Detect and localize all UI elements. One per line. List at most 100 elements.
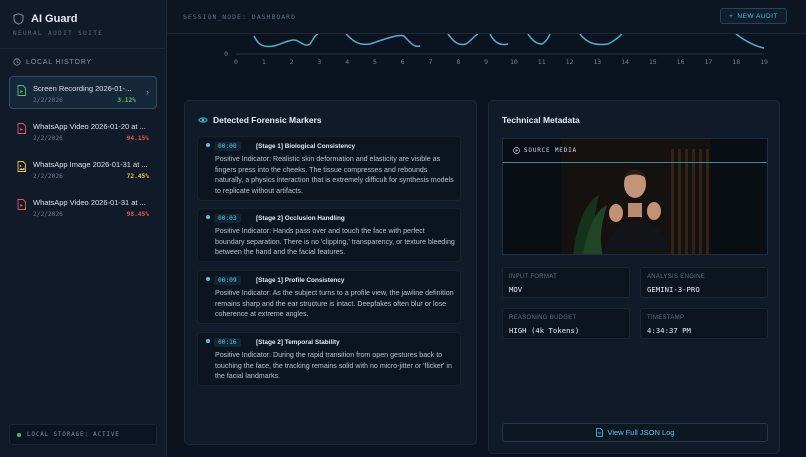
- marker-card[interactable]: 00:03 [Stage 2] Occlusion Handling Posit…: [197, 208, 461, 262]
- view-json-log-button[interactable]: View Full JSON Log: [502, 423, 768, 442]
- forensic-markers-panel: Detected Forensic Markers 00:00 [Stage 1…: [184, 100, 477, 445]
- marker-timestamp[interactable]: 00:16: [214, 338, 241, 347]
- x-tick-label: 2: [290, 58, 294, 66]
- history-item-date: 2/2/2026: [33, 97, 63, 104]
- x-tick-label: 11: [538, 58, 546, 66]
- history-item-date: 2/2/2026: [33, 211, 63, 218]
- meta-input-format: INPUT FORMAT MOV: [502, 267, 630, 298]
- history-item[interactable]: WhatsApp Video 2026-01-31 at ... 2/2/202…: [9, 190, 157, 223]
- status-dot-icon: [17, 432, 21, 437]
- history-item-score: 98.45%: [126, 211, 149, 218]
- marker-text: Positive Indicator: Realistic skin defor…: [215, 155, 454, 195]
- x-tick-label: 17: [704, 58, 712, 66]
- meta-value: HIGH (4k Tokens): [509, 326, 580, 335]
- marker-card[interactable]: 00:09 [Stage 1] Profile Consistency Posi…: [197, 270, 461, 324]
- storage-status-label: LOCAL STORAGE: ACTIVE: [27, 431, 120, 438]
- x-tick-label: 0: [234, 58, 238, 66]
- file-video-icon: [17, 123, 26, 134]
- eye-icon: [198, 117, 208, 123]
- marker-stage: [Stage 2] Occlusion Handling: [256, 215, 345, 222]
- new-audit-button[interactable]: + NEW AUDIT: [720, 8, 787, 24]
- marker-text: Positive Indicator: As the subject turns…: [215, 289, 454, 318]
- chevron-right-icon: ›: [146, 87, 149, 97]
- marker-dot: [206, 277, 210, 281]
- marker-timestamp[interactable]: 00:00: [214, 142, 241, 151]
- meta-value: MOV: [509, 285, 523, 294]
- meta-value: GEMINI-3-PRO: [647, 285, 700, 294]
- x-tick-label: 4: [345, 58, 349, 66]
- history-item-name: WhatsApp Image 2026-01-31 at ...: [33, 160, 148, 169]
- marker-card[interactable]: 00:00 [Stage 1] Biological Consistency P…: [197, 136, 461, 201]
- history-item-name: WhatsApp Video 2026-01-20 at ...: [33, 122, 146, 131]
- x-tick-label: 1: [262, 58, 266, 66]
- history-heading: LOCAL HISTORY: [13, 58, 92, 66]
- history-item-date: 2/2/2026: [33, 173, 63, 180]
- file-text-icon: [595, 428, 603, 437]
- marker-timestamp[interactable]: 00:09: [214, 276, 241, 285]
- marker-dot: [206, 143, 210, 147]
- top-bar: SESSION_NODE: DASHBOARD + NEW AUDIT: [167, 0, 806, 34]
- meta-value: 4:34:37 PM: [647, 326, 691, 335]
- plus-icon: +: [729, 12, 734, 20]
- brand: AI Guard: [13, 13, 77, 25]
- marker-dot: [206, 215, 210, 219]
- history-item-score: 3.12%: [117, 97, 136, 104]
- history-item[interactable]: WhatsApp Video 2026-01-20 at ... 2/2/202…: [9, 114, 157, 147]
- app-subtitle: NEURAL AUDIT SUITE: [13, 30, 104, 37]
- x-tick-label: 16: [677, 58, 685, 66]
- x-tick-label: 9: [484, 58, 488, 66]
- history-item-score: 94.15%: [126, 135, 149, 142]
- history-item[interactable]: Screen Recording 2026-01-... 2/2/2026 3.…: [9, 76, 157, 109]
- app-title: AI Guard: [31, 13, 78, 25]
- history-item[interactable]: WhatsApp Image 2026-01-31 at ... 2/2/202…: [9, 152, 157, 185]
- play-circle-icon: [513, 147, 520, 154]
- markers-title-label: Detected Forensic Markers: [213, 115, 322, 125]
- divider: [0, 48, 166, 49]
- meta-analysis-engine: ANALYSIS ENGINE GEMINI-3-PRO: [640, 267, 768, 298]
- x-tick-label: 12: [566, 58, 574, 66]
- markers-title: Detected Forensic Markers: [198, 115, 322, 125]
- storage-status: LOCAL STORAGE: ACTIVE: [9, 424, 157, 445]
- source-media-label: SOURCE MEDIA: [513, 147, 577, 154]
- marker-card[interactable]: 00:16 [Stage 2] Temporal Stability Posit…: [197, 332, 461, 386]
- x-tick-label: 6: [401, 58, 405, 66]
- file-video-icon: [17, 85, 26, 96]
- x-tick-label: 5: [373, 58, 377, 66]
- x-tick-label: 19: [760, 58, 768, 66]
- marker-timestamp[interactable]: 00:03: [214, 214, 241, 223]
- chart-line-series: [253, 34, 765, 49]
- sidebar: AI Guard NEURAL AUDIT SUITE LOCAL HISTOR…: [0, 0, 167, 457]
- history-item-score: 72.45%: [126, 173, 149, 180]
- session-label: SESSION_NODE: DASHBOARD: [183, 13, 297, 21]
- marker-text: Positive Indicator: Hands pass over and …: [215, 227, 455, 256]
- meta-label: ANALYSIS ENGINE: [647, 274, 706, 280]
- metadata-title: Technical Metadata: [502, 115, 580, 125]
- marker-stage: [Stage 1] Profile Consistency: [256, 277, 345, 284]
- marker-dot: [206, 339, 210, 343]
- source-media-text: SOURCE MEDIA: [524, 147, 577, 154]
- source-media-preview[interactable]: SOURCE MEDIA: [502, 138, 768, 255]
- history-item-date: 2/2/2026: [33, 135, 63, 142]
- meta-label: TIMESTAMP: [647, 315, 685, 321]
- view-json-log-label: View Full JSON Log: [607, 428, 675, 437]
- meta-reasoning-budget: REASONING BUDGET HIGH (4k Tokens): [502, 308, 630, 339]
- x-tick-label: 14: [621, 58, 629, 66]
- y-tick-label: 0: [224, 50, 228, 58]
- meta-timestamp: TIMESTAMP 4:34:37 PM: [640, 308, 768, 339]
- x-tick-label: 3: [317, 58, 321, 66]
- x-tick-label: 18: [732, 58, 740, 66]
- x-tick-label: 13: [593, 58, 601, 66]
- technical-metadata-panel: Technical Metadata SOURCE MEDIA INPUT FO…: [488, 100, 780, 454]
- file-video-icon: [17, 199, 26, 210]
- x-tick-label: 15: [649, 58, 657, 66]
- timeline-chart: 0 0 1 2 3 4 5 6 7 8 9 10 11 12 13 14 15 16 17 18 19: [224, 34, 768, 66]
- meta-label: REASONING BUDGET: [509, 315, 577, 321]
- history-item-name: Screen Recording 2026-01-...: [33, 84, 132, 93]
- marker-stage: [Stage 1] Biological Consistency: [256, 143, 356, 150]
- x-tick-label: 8: [456, 58, 460, 66]
- meta-label: INPUT FORMAT: [509, 274, 558, 280]
- clock-icon: [13, 58, 21, 66]
- history-item-name: WhatsApp Video 2026-01-31 at ...: [33, 198, 146, 207]
- file-image-icon: [17, 161, 26, 172]
- history-heading-label: LOCAL HISTORY: [26, 58, 92, 66]
